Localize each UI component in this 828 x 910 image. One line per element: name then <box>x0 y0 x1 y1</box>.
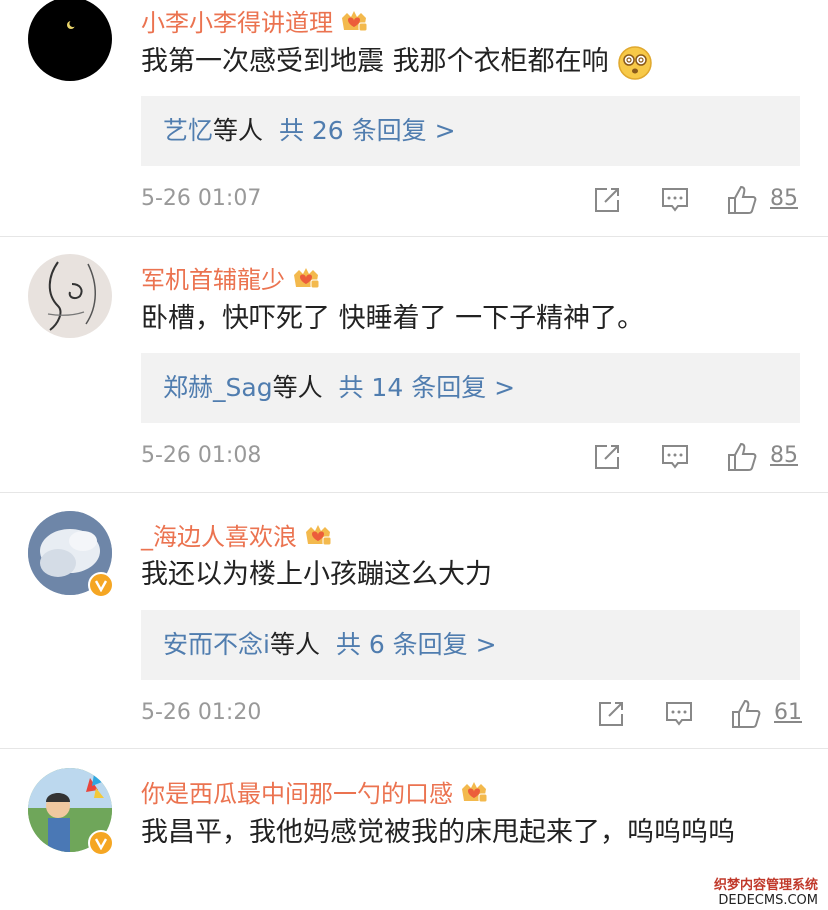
watermark-line2: DEDECMS.COM <box>718 893 818 908</box>
like-count[interactable]: 85 <box>770 186 798 211</box>
vip-crown-icon <box>462 781 488 802</box>
divider <box>0 748 828 749</box>
like-icon[interactable] <box>726 441 758 473</box>
vip-crown-icon <box>342 10 368 31</box>
reply-mid: 等人 <box>272 373 323 402</box>
username[interactable]: 小李小李得讲道理 <box>141 3 369 38</box>
timestamp: 5-26 01:20 <box>141 700 262 725</box>
reply-mid: 等人 <box>213 116 264 145</box>
moon-icon <box>67 19 77 29</box>
watermark: 织梦内容管理系统 DEDECMS.COM <box>714 878 818 908</box>
share-icon[interactable] <box>596 699 626 729</box>
reply-mid: 等人 <box>269 630 320 659</box>
reply-username[interactable]: 安而不念i <box>163 630 270 659</box>
verified-badge-icon <box>88 572 114 598</box>
username-text: 小李小李得讲道理 <box>141 9 333 37</box>
verified-badge-icon <box>88 830 114 856</box>
avatar[interactable] <box>28 0 112 81</box>
comment-text: 我昌平，我他妈感觉被我的床甩起来了，呜呜呜呜 <box>141 817 735 848</box>
comment-text: 我第一次感受到地震 我那个衣柜都在响 <box>141 40 801 84</box>
reply-count-link[interactable]: 共 14 条回复 > <box>338 373 515 402</box>
comment-icon[interactable] <box>660 442 690 472</box>
reply-count-link[interactable]: 共 6 条回复 > <box>336 630 497 659</box>
username-text: 军机首辅龍少 <box>141 266 285 294</box>
like-icon[interactable] <box>730 698 762 730</box>
reply-summary[interactable]: 郑赫_Sag等人 共 14 条回复 > <box>141 353 800 423</box>
share-icon[interactable] <box>592 442 622 472</box>
vip-crown-icon <box>306 524 332 545</box>
dizzy-face-icon <box>617 45 652 80</box>
comment-icon[interactable] <box>664 699 694 729</box>
username[interactable]: 你是西瓜最中间那一勺的口感 <box>141 774 489 809</box>
watermark-line1: 织梦内容管理系统 <box>713 878 818 893</box>
username[interactable]: _海边人喜欢浪 <box>141 517 333 552</box>
sketch-face-icon <box>47 261 96 331</box>
share-icon[interactable] <box>592 185 622 215</box>
vip-crown-icon <box>294 267 320 288</box>
username-text: _海边人喜欢浪 <box>141 523 297 551</box>
timestamp: 5-26 01:08 <box>141 443 262 468</box>
comment-text: 我还以为楼上小孩蹦这么大力 <box>141 559 492 590</box>
like-count[interactable]: 61 <box>774 700 802 725</box>
reply-username[interactable]: 艺忆 <box>163 116 213 145</box>
like-icon[interactable] <box>726 184 758 216</box>
username[interactable]: 军机首辅龍少 <box>141 260 321 295</box>
reply-username[interactable]: 郑赫_Sag <box>163 373 273 402</box>
reply-count-link[interactable]: 共 26 条回复 > <box>279 116 456 145</box>
reply-summary[interactable]: 艺忆等人 共 26 条回复 > <box>141 96 800 166</box>
like-count[interactable]: 85 <box>770 443 798 468</box>
comment-text: 卧槽，快吓死了 快睡着了 一下子精神了。 <box>141 303 645 334</box>
username-text: 你是西瓜最中间那一勺的口感 <box>141 780 453 808</box>
divider <box>0 492 828 493</box>
comment-icon[interactable] <box>660 185 690 215</box>
reply-summary[interactable]: 安而不念i等人 共 6 条回复 > <box>141 610 800 680</box>
comment-body: 我第一次感受到地震 我那个衣柜都在响 <box>141 46 609 77</box>
divider <box>0 236 828 237</box>
timestamp: 5-26 01:07 <box>141 186 262 211</box>
avatar[interactable] <box>28 254 112 338</box>
